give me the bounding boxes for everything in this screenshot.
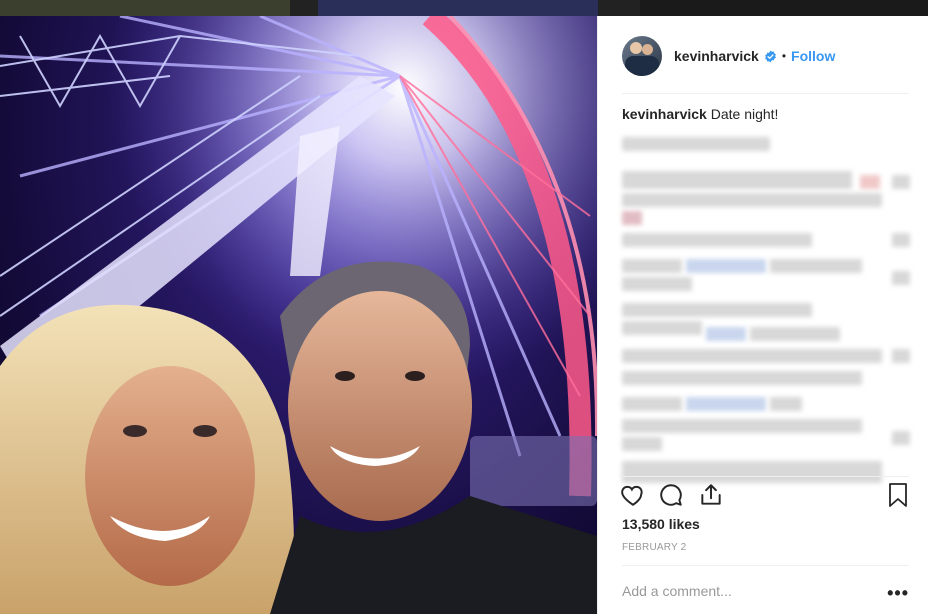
divider [622,93,909,94]
comment-input[interactable] [622,583,882,599]
follow-button[interactable]: Follow [791,48,835,64]
background-thumb [0,0,290,16]
action-bar [620,482,912,510]
post-photo [0,16,597,614]
heart-icon[interactable] [620,482,646,508]
avatar[interactable] [622,36,662,76]
post-date[interactable]: FEBRUARY 2 [622,542,686,553]
comment-icon[interactable] [658,482,684,508]
comment-box: ••• [622,579,909,603]
caption: kevinharvick Date night! [622,106,778,122]
background-thumb [640,0,928,16]
divider [622,565,909,566]
blurred-comments [622,131,912,491]
likes-count[interactable]: 13,580 likes [622,516,700,532]
post-header: kevinharvick • Follow [622,36,909,76]
share-icon[interactable] [698,482,724,508]
post-details-panel: kevinharvick • Follow kevinharvick Date … [597,16,928,614]
background-strip [0,0,928,16]
divider [622,476,909,477]
more-options-button[interactable]: ••• [887,583,909,604]
username-link[interactable]: kevinharvick [674,48,759,64]
background-thumb [318,0,598,16]
ferris-wheel-selfie-image [0,16,597,614]
verified-badge-icon [764,50,776,62]
caption-text: Date night! [710,106,779,122]
bookmark-icon[interactable] [886,482,910,508]
caption-username-link[interactable]: kevinharvick [622,106,707,122]
separator-dot: • [781,49,787,63]
